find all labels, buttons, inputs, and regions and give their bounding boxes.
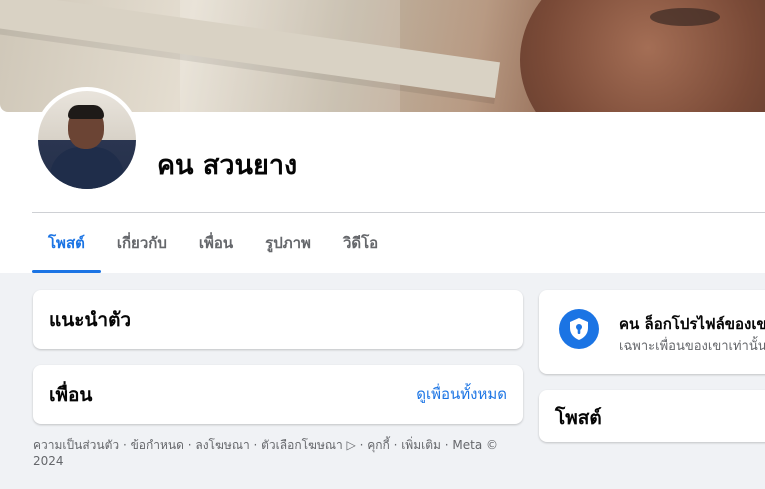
avatar-body-shape: [50, 147, 124, 189]
tab-friends[interactable]: เพื่อน: [183, 213, 249, 273]
profile-tabs: โพสต์ เกี่ยวกับ เพื่อน รูปภาพ วิดีโอ: [32, 213, 394, 273]
intro-card-title: แนะนำตัว: [49, 309, 132, 331]
profile-name: คน สวนยาง: [157, 150, 298, 181]
tab-photos[interactable]: รูปภาพ: [249, 213, 327, 273]
cover-face-shape: [520, 0, 765, 112]
cover-eye-shape: [650, 8, 720, 26]
shield-lock-icon: [559, 309, 599, 349]
intro-card: แนะนำตัว: [33, 290, 523, 349]
tab-videos[interactable]: วิดีโอ: [327, 213, 394, 273]
footer-links[interactable]: ความเป็นส่วนตัว · ข้อกำหนด · ลงโฆษณา · ต…: [33, 437, 513, 469]
tab-about[interactable]: เกี่ยวกับ: [101, 213, 183, 273]
profile-header: คน สวนยาง โพสต์ เกี่ยวกับ เพื่อน รูปภาพ …: [0, 0, 765, 273]
posts-card: โพสต์: [539, 390, 765, 442]
see-all-friends-link[interactable]: ดูเพื่อนทั้งหมด: [416, 382, 507, 406]
friends-card: เพื่อน ดูเพื่อนทั้งหมด: [33, 365, 523, 424]
avatar-hair-shape: [68, 105, 104, 119]
posts-card-title: โพสต์: [555, 407, 602, 429]
locked-profile-title: คน ล็อกโปรไฟล์ของเขา: [619, 315, 765, 333]
friends-card-title: เพื่อน: [49, 384, 93, 406]
locked-profile-subtitle: เฉพาะเพื่อนของเขาเท่านั้น: [619, 339, 765, 354]
tab-posts[interactable]: โพสต์: [32, 213, 101, 273]
locked-profile-card: คน ล็อกโปรไฟล์ของเขา เฉพาะเพื่อนของเขาเท…: [539, 290, 765, 374]
avatar[interactable]: [38, 91, 136, 189]
